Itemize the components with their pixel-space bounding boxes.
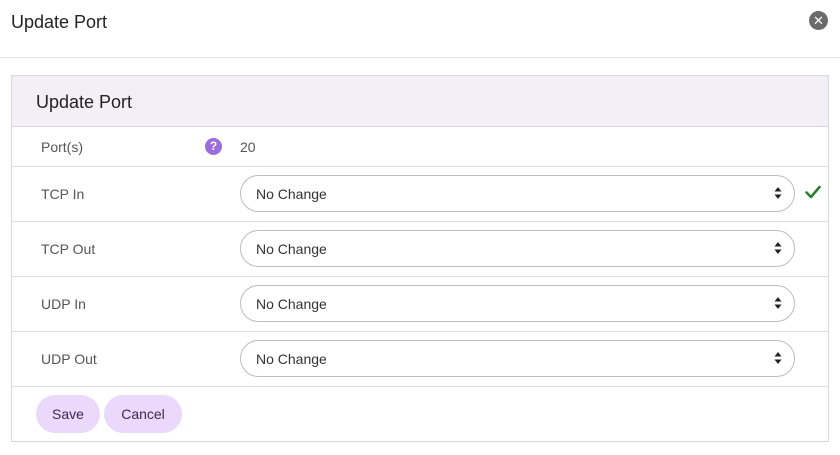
tcp-out-label: TCP Out xyxy=(41,241,96,257)
cancel-button[interactable]: Cancel xyxy=(104,395,182,433)
tcp-in-label: TCP In xyxy=(41,186,85,202)
select-arrows-icon xyxy=(774,295,782,311)
check-icon xyxy=(805,184,821,200)
select-arrows-icon xyxy=(774,350,782,366)
udp-in-label: UDP In xyxy=(41,296,86,312)
tcp-in-row: TCP In No Change xyxy=(12,167,828,222)
udp-in-selected-value: No Change xyxy=(256,296,327,312)
card-header: Update Port xyxy=(12,76,828,127)
udp-out-selected-value: No Change xyxy=(256,351,327,367)
tcp-out-select[interactable]: No Change xyxy=(240,230,795,267)
udp-in-row: UDP In No Change xyxy=(12,277,828,332)
udp-out-select[interactable]: No Change xyxy=(240,340,795,377)
ports-label: Port(s) xyxy=(41,139,83,155)
select-arrows-icon xyxy=(774,240,782,256)
dialog-header: Update Port ✕ xyxy=(0,0,840,58)
select-arrows-icon xyxy=(774,185,782,201)
udp-out-row: UDP Out No Change xyxy=(12,332,828,387)
ports-row: Port(s) ? 20 xyxy=(12,127,828,167)
udp-in-select[interactable]: No Change xyxy=(240,285,795,322)
update-port-card: Update Port Port(s) ? 20 TCP In No Chang… xyxy=(11,75,829,442)
update-port-dialog: Update Port ✕ Update Port Port(s) ? 20 T… xyxy=(0,0,840,455)
tcp-out-row: TCP Out No Change xyxy=(12,222,828,277)
question-circle-icon[interactable]: ? xyxy=(205,138,222,155)
tcp-in-selected-value: No Change xyxy=(256,186,327,202)
save-button[interactable]: Save xyxy=(36,395,100,433)
button-row: Save Cancel xyxy=(12,387,828,442)
close-icon[interactable]: ✕ xyxy=(809,11,828,30)
tcp-out-selected-value: No Change xyxy=(256,241,327,257)
dialog-title: Update Port xyxy=(11,12,108,32)
udp-out-label: UDP Out xyxy=(41,351,97,367)
card-title: Update Port xyxy=(36,92,133,112)
ports-value: 20 xyxy=(240,139,256,155)
tcp-in-select[interactable]: No Change xyxy=(240,175,795,212)
